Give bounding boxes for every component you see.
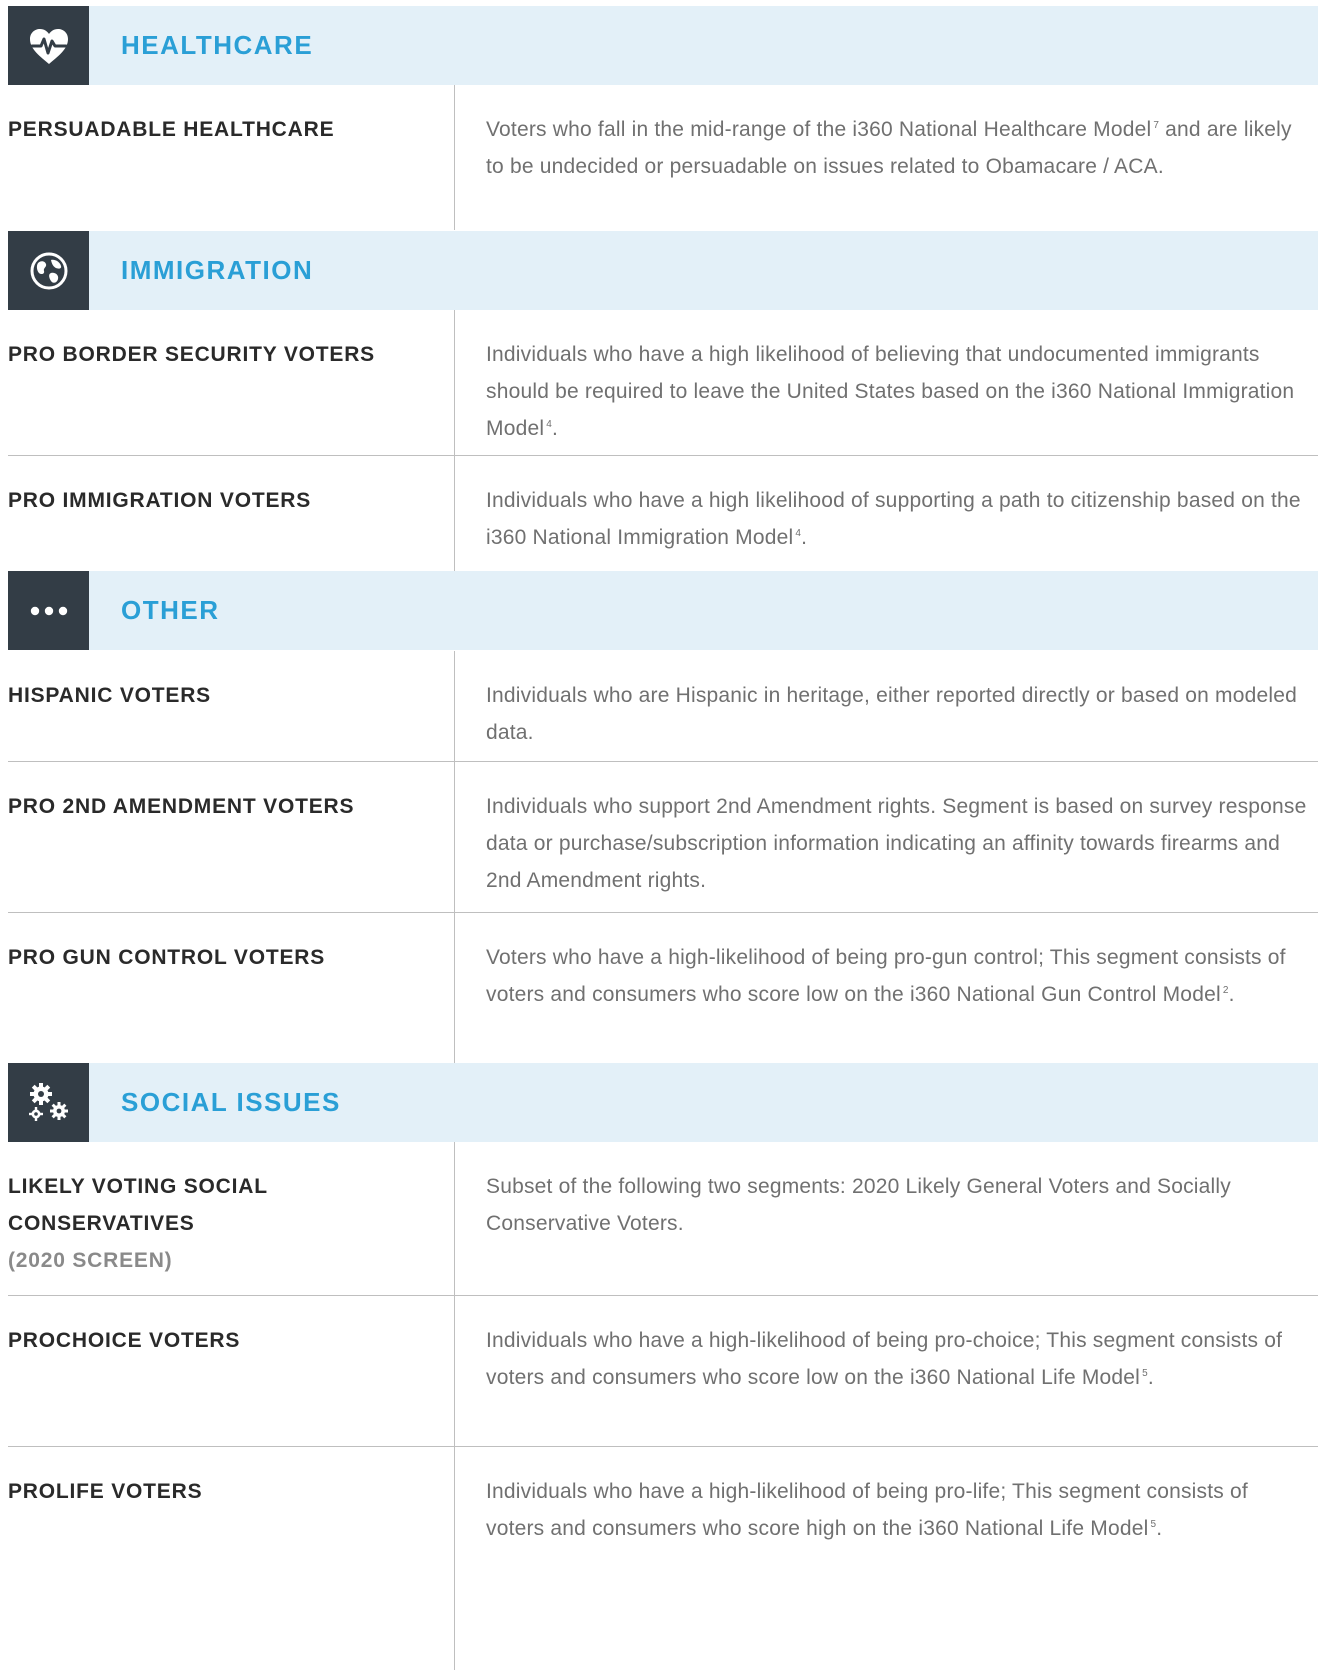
table-row: HISPANIC VOTERS Individuals who are Hisp… [8, 651, 1318, 762]
section-icon-box [8, 1063, 89, 1142]
segment-description: Voters who have a high-likelihood of bei… [486, 946, 1286, 1006]
ellipsis-icon [29, 605, 69, 617]
column-divider [454, 1447, 455, 1670]
section-title: OTHER [121, 595, 220, 625]
column-divider [454, 310, 455, 455]
segment-sublabel: (2020 SCREEN) [8, 1249, 173, 1272]
column-divider [454, 1296, 455, 1446]
column-divider [454, 1142, 455, 1295]
column-divider [454, 913, 455, 1063]
table-row: LIKELY VOTING SOCIAL CONSERVATIVES (2020… [8, 1142, 1318, 1296]
table-row: PRO 2ND AMENDMENT VOTERS Individuals who… [8, 762, 1318, 913]
footnote-marker: 5 [1142, 1368, 1148, 1379]
section-icon-box [8, 571, 89, 650]
segment-name: HISPANIC VOTERS [8, 684, 211, 707]
segment-definitions-page: HEALTHCARE PERSUADABLE HEALTHCARE Voters… [0, 0, 1318, 1670]
footnote-marker: 4 [795, 528, 802, 539]
footnote-marker: 2 [1222, 985, 1229, 996]
segment-name: PRO GUN CONTROL VOTERS [8, 946, 326, 969]
table-row: PRO BORDER SECURITY VOTERS Individuals w… [8, 310, 1318, 456]
section-icon-box [8, 6, 89, 85]
column-divider [454, 85, 455, 230]
column-divider [454, 456, 455, 571]
segment-description: Individuals who have a high-likelihood o… [486, 1480, 1248, 1540]
globe-icon [29, 251, 69, 291]
section-title: IMMIGRATION [121, 255, 314, 285]
column-divider [454, 762, 455, 912]
section-header-immigration: IMMIGRATION [8, 231, 1318, 310]
footnote-marker: 4 [546, 419, 552, 430]
segment-description: Individuals who are Hispanic in heritage… [486, 684, 1297, 744]
table-row: PRO IMMIGRATION VOTERS Individuals who h… [8, 456, 1318, 571]
footnote-marker: 5 [1150, 1519, 1157, 1530]
section-header-social-issues: SOCIAL ISSUES [8, 1063, 1318, 1142]
segment-description: Individuals who support 2nd Amendment ri… [486, 795, 1307, 892]
heart-pulse-icon [27, 26, 71, 66]
segment-name: LIKELY VOTING SOCIAL CONSERVATIVES (2020… [8, 1168, 348, 1279]
segment-name: PROCHOICE VOTERS [8, 1329, 241, 1352]
section-title: SOCIAL ISSUES [121, 1087, 341, 1117]
gears-icon [26, 1080, 72, 1126]
segment-description: Individuals who have a high-likelihood o… [486, 1329, 1283, 1389]
section-title: HEALTHCARE [121, 30, 314, 60]
table-row: PROCHOICE VOTERS Individuals who have a … [8, 1296, 1318, 1447]
column-divider [454, 651, 455, 761]
section-header-other: OTHER [8, 571, 1318, 650]
segment-name: PRO 2ND AMENDMENT VOTERS [8, 795, 355, 818]
segment-name-text: LIKELY VOTING SOCIAL CONSERVATIVES [8, 1175, 268, 1235]
table-row: PERSUADABLE HEALTHCARE Voters who fall i… [8, 85, 1318, 230]
segment-name: PERSUADABLE HEALTHCARE [8, 118, 335, 141]
footnote-marker: 7 [1153, 120, 1160, 131]
segment-name: PRO BORDER SECURITY VOTERS [8, 343, 375, 366]
segment-description: Voters who fall in the mid-range of the … [486, 118, 1292, 178]
table-row: PROLIFE VOTERS Individuals who have a hi… [8, 1447, 1318, 1670]
segment-name: PROLIFE VOTERS [8, 1480, 203, 1503]
segment-description: Subset of the following two segments: 20… [486, 1175, 1231, 1235]
segment-description: Individuals who have a high likelihood o… [486, 343, 1295, 440]
segment-description: Individuals who have a high likelihood o… [486, 489, 1301, 549]
section-header-healthcare: HEALTHCARE [8, 6, 1318, 85]
segment-name: PRO IMMIGRATION VOTERS [8, 489, 312, 512]
section-icon-box [8, 231, 89, 310]
table-row: PRO GUN CONTROL VOTERS Voters who have a… [8, 913, 1318, 1063]
